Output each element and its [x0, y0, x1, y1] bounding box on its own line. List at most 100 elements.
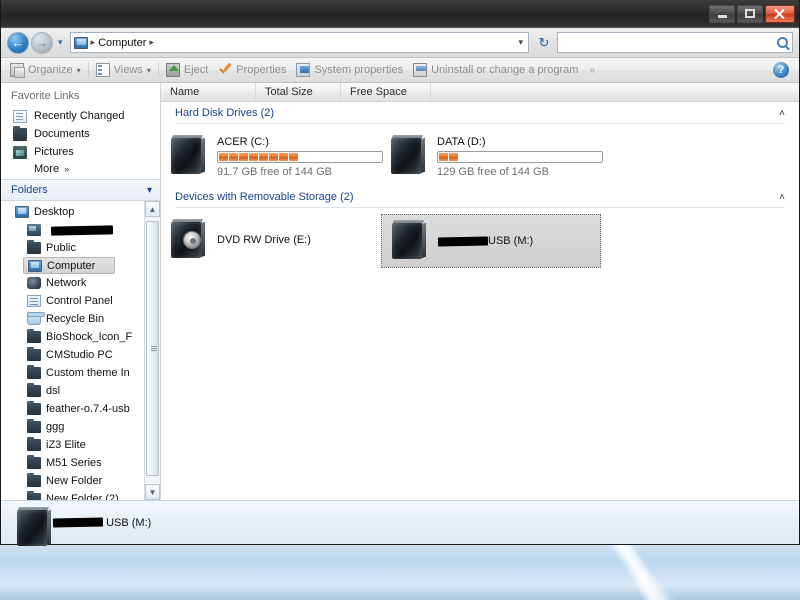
collapse-chevron-icon[interactable]: ˄ — [779, 192, 785, 203]
tree-item-cmstudio-pc[interactable]: CMStudio PC — [1, 346, 144, 364]
column-header-free-space[interactable]: Free Space — [341, 83, 431, 101]
minimize-icon — [717, 15, 727, 18]
eject-button[interactable]: Eject — [161, 60, 213, 81]
tree-item-bioshock-icon-f[interactable]: BioShock_Icon_F — [1, 328, 144, 346]
favorite-link-pictures[interactable]: Pictures — [1, 143, 160, 161]
folder-icon — [27, 491, 41, 500]
folder-icon — [27, 240, 41, 254]
back-button[interactable]: ← — [7, 31, 29, 54]
search-box[interactable] — [557, 32, 793, 53]
close-button[interactable] — [765, 4, 795, 23]
drive-name-text: USB (M:) — [488, 235, 534, 247]
tree-item-label: dsl — [46, 385, 61, 397]
scrollbar-thumb[interactable] — [146, 221, 159, 476]
collapse-chevron-icon[interactable]: ˄ — [779, 108, 785, 119]
tree-item-label: BioShock_Icon_F — [46, 331, 133, 343]
properties-label: Properties — [236, 64, 287, 76]
drive-tile-dvd-rw-drive-e-[interactable]: DVD RW Drive (E:) — [161, 214, 381, 268]
scroll-up-button[interactable]: ▲ — [145, 201, 160, 217]
drive-free-space-text: 129 GB free of 144 GB — [437, 166, 549, 178]
tree-item-ggg[interactable]: ggg — [1, 418, 144, 436]
capacity-segment — [439, 153, 448, 161]
maximize-button[interactable] — [737, 4, 763, 23]
folder-icon — [27, 419, 41, 433]
scrollbar-track[interactable] — [145, 217, 160, 484]
back-arrow-icon: ← — [11, 35, 25, 50]
breadcrumb-computer[interactable]: Computer — [98, 37, 146, 49]
drive-name: USB (M:) — [437, 221, 594, 247]
toolbar-overflow-button[interactable]: » — [583, 65, 601, 76]
views-button[interactable]: Views ▾ — [91, 60, 156, 81]
tree-item-public[interactable]: Public — [1, 239, 144, 257]
drive-name: DVD RW Drive (E:) — [217, 220, 375, 246]
tree-item-network[interactable]: Network — [1, 274, 144, 292]
tree-item-recycle-bin[interactable]: Recycle Bin — [1, 310, 144, 328]
forward-button[interactable]: → — [31, 31, 53, 54]
redaction-mark — [50, 224, 114, 236]
tree-item-computer[interactable]: Computer — [23, 257, 115, 274]
tree-item-custom-theme-in[interactable]: Custom theme In — [1, 364, 144, 382]
title-bar[interactable] — [1, 0, 799, 28]
scroll-down-button[interactable]: ▼ — [145, 484, 160, 500]
drive-name-text: DATA (D:) — [437, 136, 486, 148]
tree-item-redacted[interactable] — [1, 221, 144, 239]
folder-tree-scrollbar[interactable]: ▲ ▼ — [144, 201, 160, 500]
search-input[interactable] — [562, 36, 777, 49]
drive-tile-acer-c-[interactable]: ACER (C:) 91.7 GB free of 144 GB — [161, 130, 383, 182]
capacity-segment — [259, 153, 268, 161]
drive-info: DVD RW Drive (E:) — [217, 218, 375, 246]
capacity-segment — [449, 153, 458, 161]
minimize-button[interactable] — [709, 4, 735, 23]
drive-row: ACER (C:) 91.7 GB free of 144 GB DATA (D:)… — [161, 124, 799, 186]
breadcrumb-separator-icon-2[interactable]: ▸ — [149, 37, 154, 48]
tree-item-label: Network — [46, 277, 87, 289]
address-dropdown-icon[interactable]: ▾ — [518, 37, 525, 48]
tree-item-feather-o-7-4-usb[interactable]: feather-o.7.4-usb — [1, 400, 144, 418]
system-properties-button[interactable]: System properties — [291, 60, 408, 81]
favorite-links-title: Favorite Links — [11, 90, 80, 102]
eject-label: Eject — [183, 64, 209, 76]
column-header-name[interactable]: Name — [161, 83, 256, 101]
help-button[interactable]: ? — [773, 62, 789, 78]
usb-drive-icon — [13, 506, 51, 546]
tree-item-new-folder-2-[interactable]: New Folder (2) — [1, 490, 144, 500]
folder-icon — [27, 329, 41, 343]
tree-item-m51-series[interactable]: M51 Series — [1, 454, 144, 472]
tree-item-control-panel[interactable]: Control Panel — [1, 292, 144, 310]
address-bar[interactable]: ▸ Computer ▸ ▾ — [69, 32, 529, 53]
recently-changed-icon — [13, 109, 27, 123]
uninstall-program-button[interactable]: Uninstall or change a program — [408, 60, 583, 81]
navigation-bar: ← → ▾ ▸ Computer ▸ ▾ ↻ — [1, 28, 799, 58]
folders-title: Folders — [11, 184, 48, 196]
organize-button[interactable]: Organize ▾ — [5, 60, 86, 81]
group-header-0[interactable]: Hard Disk Drives (2) ˄ — [161, 102, 799, 121]
group-header-1[interactable]: Devices with Removable Storage (2) ˄ — [161, 186, 799, 205]
properties-button[interactable]: Properties — [213, 60, 291, 81]
drive-tile-data-d-[interactable]: DATA (D:) 129 GB free of 144 GB — [381, 130, 603, 182]
folders-section-header[interactable]: Folders ▾ — [1, 179, 160, 201]
favorite-link-documents[interactable]: Documents — [1, 125, 160, 143]
more-links-button[interactable]: More » — [1, 161, 160, 179]
folder-icon — [27, 455, 41, 469]
favorite-link-recently-changed[interactable]: Recently Changed — [1, 107, 160, 125]
refresh-icon: ↻ — [538, 34, 550, 50]
tree-item-dsl[interactable]: dsl — [1, 382, 144, 400]
drive-info: ACER (C:) 91.7 GB free of 144 GB — [217, 134, 383, 178]
folder-tree: Desktop Public Computer Network Control Pane… — [1, 201, 144, 500]
tree-item-label: New Folder — [46, 475, 103, 487]
favorite-link-label: Documents — [34, 128, 90, 140]
drive-name-text: ACER (C:) — [217, 136, 269, 148]
tree-item-desktop[interactable]: Desktop — [1, 203, 144, 221]
organize-icon — [10, 63, 25, 78]
history-dropdown-button[interactable]: ▾ — [55, 37, 66, 48]
drive-tile-usb-m-[interactable]: USB (M:) — [381, 214, 601, 268]
tree-item-label: feather-o.7.4-usb — [46, 403, 130, 415]
refresh-button[interactable]: ↻ — [533, 32, 555, 53]
hard-drive-icon — [167, 134, 207, 178]
tree-item-iz3-elite[interactable]: iZ3 Elite — [1, 436, 144, 454]
tree-item-new-folder[interactable]: New Folder — [1, 472, 144, 490]
column-header-total-size[interactable]: Total Size — [256, 83, 341, 101]
views-icon — [95, 63, 110, 77]
double-chevron-icon: » — [64, 164, 70, 174]
tree-item-label: Custom theme In — [46, 367, 130, 379]
